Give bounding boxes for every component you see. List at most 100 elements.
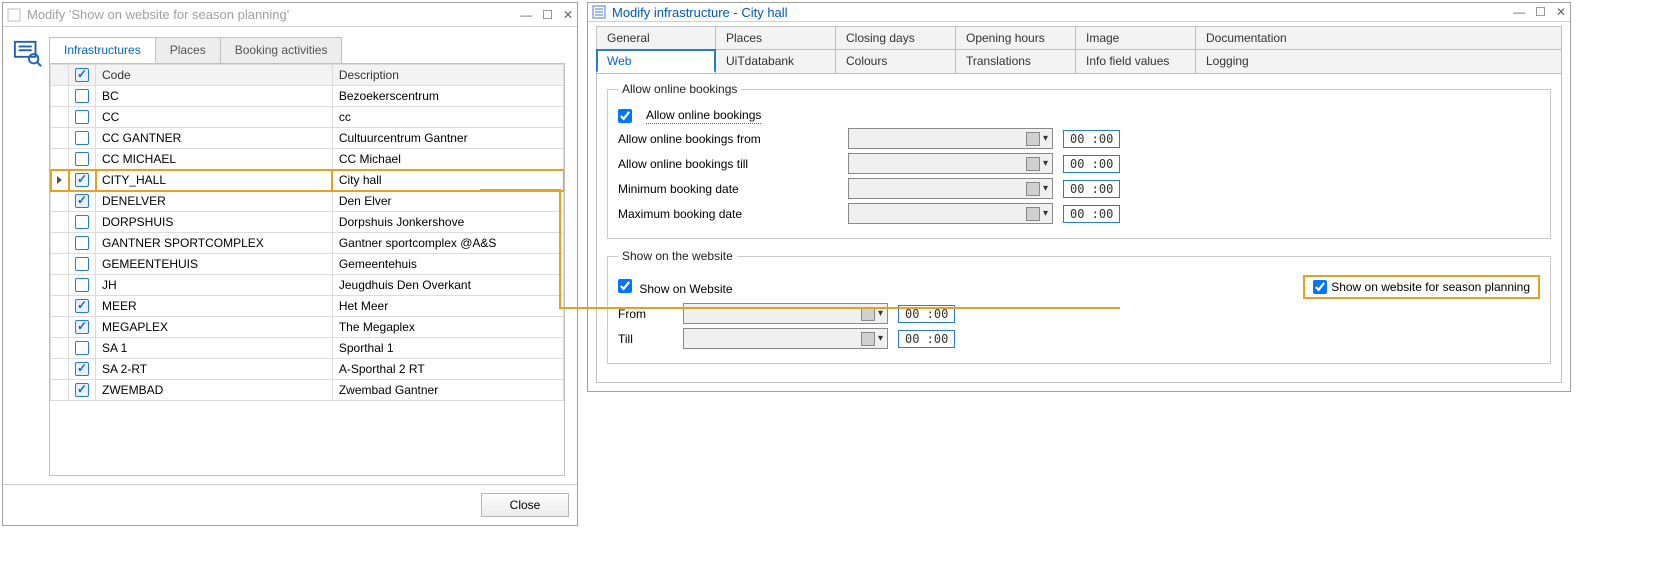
row-checkbox-cell bbox=[69, 128, 96, 149]
table-row[interactable]: GANTNER SPORTCOMPLEXGantner sportcomplex… bbox=[51, 233, 564, 254]
row-checkbox[interactable] bbox=[75, 152, 89, 166]
table-row[interactable]: CITY_HALLCity hall bbox=[51, 170, 564, 191]
maximize-button[interactable]: ☐ bbox=[1535, 5, 1546, 19]
allow-from-date[interactable]: ▾ bbox=[848, 128, 1053, 149]
tab-logging[interactable]: Logging bbox=[1196, 49, 1562, 73]
allow-till-date[interactable]: ▾ bbox=[848, 153, 1053, 174]
cell-description: Gemeentehuis bbox=[332, 254, 563, 275]
table-row[interactable]: JHJeugdhuis Den Overkant bbox=[51, 275, 564, 296]
show-from-time[interactable]: 00 :00 bbox=[898, 305, 955, 323]
minimize-button[interactable]: — bbox=[1513, 5, 1525, 19]
minimize-button[interactable]: — bbox=[520, 8, 532, 22]
tab-documentation[interactable]: Documentation bbox=[1196, 26, 1562, 49]
allow-from-time[interactable]: 00 :00 bbox=[1063, 130, 1120, 148]
chevron-down-icon[interactable]: ▾ bbox=[1043, 158, 1048, 169]
tab-places-right[interactable]: Places bbox=[716, 26, 836, 49]
row-checkbox[interactable] bbox=[75, 383, 89, 397]
tab-opening-hours[interactable]: Opening hours bbox=[956, 26, 1076, 49]
min-booking-time[interactable]: 00 :00 bbox=[1063, 180, 1120, 198]
chevron-down-icon[interactable]: ▾ bbox=[1043, 133, 1048, 144]
row-handle bbox=[51, 128, 69, 149]
maximize-button[interactable]: ☐ bbox=[542, 8, 553, 22]
window-controls-right: — ☐ ✕ bbox=[1513, 5, 1566, 19]
table-row[interactable]: MEGAPLEXThe Megaplex bbox=[51, 317, 564, 338]
table-row[interactable]: ZWEMBADZwembad Gantner bbox=[51, 380, 564, 401]
row-checkbox[interactable] bbox=[75, 131, 89, 145]
row-checkbox[interactable] bbox=[75, 194, 89, 208]
header-code[interactable]: Code bbox=[96, 65, 333, 86]
tab-image[interactable]: Image bbox=[1076, 26, 1196, 49]
show-till-time[interactable]: 00 :00 bbox=[898, 330, 955, 348]
show-on-website-checkbox[interactable] bbox=[618, 279, 632, 293]
chevron-down-icon[interactable]: ▾ bbox=[1043, 183, 1048, 194]
row-checkbox[interactable] bbox=[75, 299, 89, 313]
show-season-planning-label: Show on website for season planning bbox=[1331, 280, 1530, 294]
min-booking-date[interactable]: ▾ bbox=[848, 178, 1053, 199]
tab-infrastructures[interactable]: Infrastructures bbox=[49, 37, 156, 63]
close-button-footer[interactable]: Close bbox=[481, 493, 569, 517]
close-button[interactable]: ✕ bbox=[1556, 5, 1566, 19]
row-checkbox[interactable] bbox=[75, 362, 89, 376]
cell-code: BC bbox=[96, 86, 333, 107]
tab-closing-days[interactable]: Closing days bbox=[836, 26, 956, 49]
max-booking-date[interactable]: ▾ bbox=[848, 203, 1053, 224]
tab-translations[interactable]: Translations bbox=[956, 49, 1076, 73]
calendar-icon[interactable] bbox=[1026, 207, 1040, 221]
table-row[interactable]: MEERHet Meer bbox=[51, 296, 564, 317]
row-checkbox[interactable] bbox=[75, 341, 89, 355]
row-checkbox-cell bbox=[69, 296, 96, 317]
tab-uitdatabank[interactable]: UiTdatabank bbox=[716, 49, 836, 73]
tab-booking-activities[interactable]: Booking activities bbox=[221, 37, 343, 63]
table-row[interactable]: BCBezoekerscentrum bbox=[51, 86, 564, 107]
allow-online-bookings-checkbox[interactable] bbox=[618, 109, 632, 123]
tab-info-field-values[interactable]: Info field values bbox=[1076, 49, 1196, 73]
row-handle bbox=[51, 254, 69, 275]
header-description[interactable]: Description bbox=[332, 65, 563, 86]
chevron-down-icon[interactable]: ▾ bbox=[878, 308, 883, 319]
tab-web[interactable]: Web bbox=[596, 49, 716, 73]
show-from-date[interactable]: ▾ bbox=[683, 303, 888, 324]
tab-colours[interactable]: Colours bbox=[836, 49, 956, 73]
allow-online-bookings-label: Allow online bookings bbox=[646, 108, 761, 124]
max-booking-time[interactable]: 00 :00 bbox=[1063, 205, 1120, 223]
cell-code: JH bbox=[96, 275, 333, 296]
table-row[interactable]: CC MICHAELCC Michael bbox=[51, 149, 564, 170]
cell-description: Dorpshuis Jonkershove bbox=[332, 212, 563, 233]
table-row[interactable]: DENELVERDen Elver bbox=[51, 191, 564, 212]
chevron-down-icon[interactable]: ▾ bbox=[878, 333, 883, 344]
app-icon bbox=[7, 8, 21, 22]
table-row[interactable]: CC GANTNERCultuurcentrum Gantner bbox=[51, 128, 564, 149]
show-till-date[interactable]: ▾ bbox=[683, 328, 888, 349]
calendar-icon[interactable] bbox=[861, 332, 875, 346]
row-checkbox-cell bbox=[69, 275, 96, 296]
table-row[interactable]: GEMEENTEHUISGemeentehuis bbox=[51, 254, 564, 275]
table-row[interactable]: SA 2-RTA-Sporthal 2 RT bbox=[51, 359, 564, 380]
row-checkbox[interactable] bbox=[75, 257, 89, 271]
tab-general[interactable]: General bbox=[596, 26, 716, 49]
cell-code: GEMEENTEHUIS bbox=[96, 254, 333, 275]
table-row[interactable]: SA 1Sporthal 1 bbox=[51, 338, 564, 359]
calendar-icon[interactable] bbox=[1026, 157, 1040, 171]
row-checkbox[interactable] bbox=[75, 110, 89, 124]
row-checkbox-cell bbox=[69, 86, 96, 107]
row-checkbox[interactable] bbox=[75, 215, 89, 229]
row-checkbox[interactable] bbox=[75, 278, 89, 292]
row-checkbox[interactable] bbox=[75, 320, 89, 334]
tab-places[interactable]: Places bbox=[156, 37, 221, 63]
checkbox-header[interactable] bbox=[69, 65, 96, 86]
show-season-planning-checkbox[interactable] bbox=[1313, 280, 1327, 294]
allow-till-time[interactable]: 00 :00 bbox=[1063, 155, 1120, 173]
calendar-icon[interactable] bbox=[1026, 132, 1040, 146]
row-checkbox[interactable] bbox=[75, 89, 89, 103]
max-booking-label: Maximum booking date bbox=[618, 207, 838, 221]
table-row[interactable]: CCcc bbox=[51, 107, 564, 128]
calendar-icon[interactable] bbox=[1026, 182, 1040, 196]
row-checkbox[interactable] bbox=[75, 236, 89, 250]
row-checkbox[interactable] bbox=[75, 173, 89, 187]
calendar-icon[interactable] bbox=[861, 307, 875, 321]
chevron-down-icon[interactable]: ▾ bbox=[1043, 208, 1048, 219]
allow-online-bookings-group: Allow online bookings Allow online booki… bbox=[607, 82, 1551, 239]
table-row[interactable]: DORPSHUISDorpshuis Jonkershove bbox=[51, 212, 564, 233]
row-checkbox-cell bbox=[69, 170, 96, 191]
close-button[interactable]: ✕ bbox=[563, 8, 573, 22]
